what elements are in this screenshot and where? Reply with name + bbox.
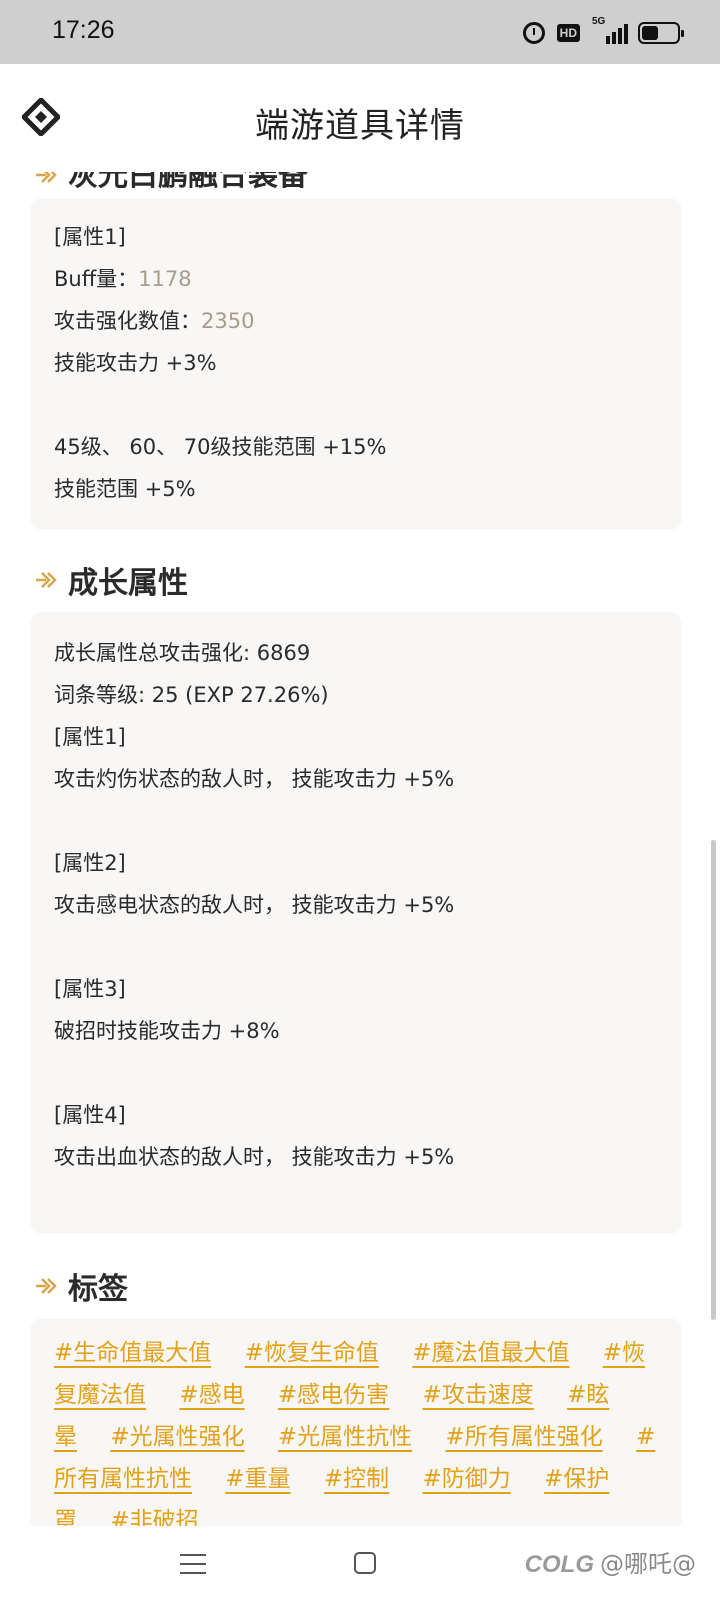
watermark-user: @哪吒@	[600, 1550, 696, 1578]
growth-card: 成长属性总攻击强化: 6869 词条等级: 25 (EXP 27.26%) [属…	[30, 612, 682, 1234]
tag-link[interactable]: #魔法值最大值	[412, 1340, 569, 1366]
tag-link[interactable]: #所有属性强化	[446, 1424, 603, 1450]
alarm-icon	[522, 22, 545, 44]
attr-line: 45级、 60、 70级技能范围 +15%	[54, 435, 387, 459]
signal-icon: 5G	[592, 16, 628, 46]
tag-link[interactable]: #感电伤害	[278, 1382, 389, 1408]
growth-line: 成长属性总攻击强化: 6869	[54, 641, 311, 665]
tag-link[interactable]: #重量	[225, 1466, 290, 1492]
tag-link[interactable]: #感电	[179, 1382, 244, 1408]
tag-link[interactable]: #恢复生命值	[245, 1340, 379, 1366]
page-title: 端游道具详情	[255, 106, 465, 146]
attack-enhance-value: 2350	[201, 309, 255, 333]
home-icon[interactable]	[354, 1552, 376, 1574]
buff-line: Buff量：1178	[54, 267, 192, 291]
attr-line: [属性1]	[54, 225, 126, 249]
tag-link[interactable]: #生命值最大值	[54, 1340, 211, 1366]
tags-card: #生命值最大值 #恢复生命值 #魔法值最大值 #恢复魔法值 #感电 #感电伤害 …	[30, 1318, 682, 1526]
tag-link[interactable]: #光属性抗性	[278, 1424, 412, 1450]
status-bar: 17:26 HD 5G	[0, 0, 720, 64]
system-nav-bar: COLG @哪吒@	[0, 1526, 720, 1612]
attr-line: 技能攻击力 +3%	[54, 351, 217, 375]
tag-link[interactable]: #攻击速度	[423, 1382, 534, 1408]
scrollbar[interactable]	[711, 840, 716, 1320]
hd-icon: HD	[556, 24, 580, 42]
growth-line: 词条等级: 25 (EXP 27.26%)	[54, 683, 329, 707]
status-time: 17:26	[52, 16, 115, 44]
growth-line: [属性4]	[54, 1103, 126, 1127]
growth-line: 攻击感电状态的敌人时， 技能攻击力 +5%	[54, 893, 455, 917]
menu-icon[interactable]	[180, 1552, 206, 1576]
buff-value: 1178	[138, 267, 192, 291]
watermark-brand: COLG	[524, 1551, 594, 1578]
growth-line: 破招时技能攻击力 +8%	[54, 1019, 280, 1043]
tag-link[interactable]: #防御力	[423, 1466, 511, 1492]
section-arrow-icon	[36, 572, 57, 588]
battery-icon	[638, 22, 684, 44]
attr-line: 技能范围 +5%	[54, 477, 196, 501]
tag-link[interactable]: #非破招	[110, 1508, 198, 1526]
growth-line: [属性2]	[54, 851, 126, 875]
attack-enhance-line: 攻击强化数值：2350	[54, 309, 255, 333]
tag-link[interactable]: #光属性强化	[110, 1424, 244, 1450]
section-arrow-icon	[36, 172, 57, 183]
watermark: COLG @哪吒@	[525, 1544, 696, 1579]
attribute-card: [属性1] Buff量：1178 攻击强化数值：2350 技能攻击力 +3% 4…	[30, 198, 682, 530]
network-label: 5G	[592, 16, 606, 27]
status-icons: HD 5G	[522, 16, 684, 48]
growth-section-title: 成长属性	[34, 558, 188, 602]
section-heading-partial: 灰光白鹏融合装备	[34, 172, 308, 194]
growth-line: 攻击灼伤状态的敌人时， 技能攻击力 +5%	[54, 767, 455, 791]
growth-line: [属性3]	[54, 977, 126, 1001]
tags-title-text: 标签	[68, 1272, 128, 1307]
detail-content[interactable]: 灰光白鹏融合装备 [属性1] Buff量：1178 攻击强化数值：2350 技能…	[0, 172, 720, 1526]
tags-section-title: 标签	[34, 1264, 128, 1308]
tag-link[interactable]: #控制	[324, 1466, 389, 1492]
section-arrow-icon	[36, 1278, 57, 1294]
growth-line: [属性1]	[54, 725, 126, 749]
section-heading-text: 灰光白鹏融合装备	[68, 172, 308, 193]
app-header: 端游道具详情	[0, 64, 720, 172]
growth-line: 攻击出血状态的敌人时， 技能攻击力 +5%	[54, 1145, 455, 1169]
growth-title-text: 成长属性	[68, 566, 188, 601]
